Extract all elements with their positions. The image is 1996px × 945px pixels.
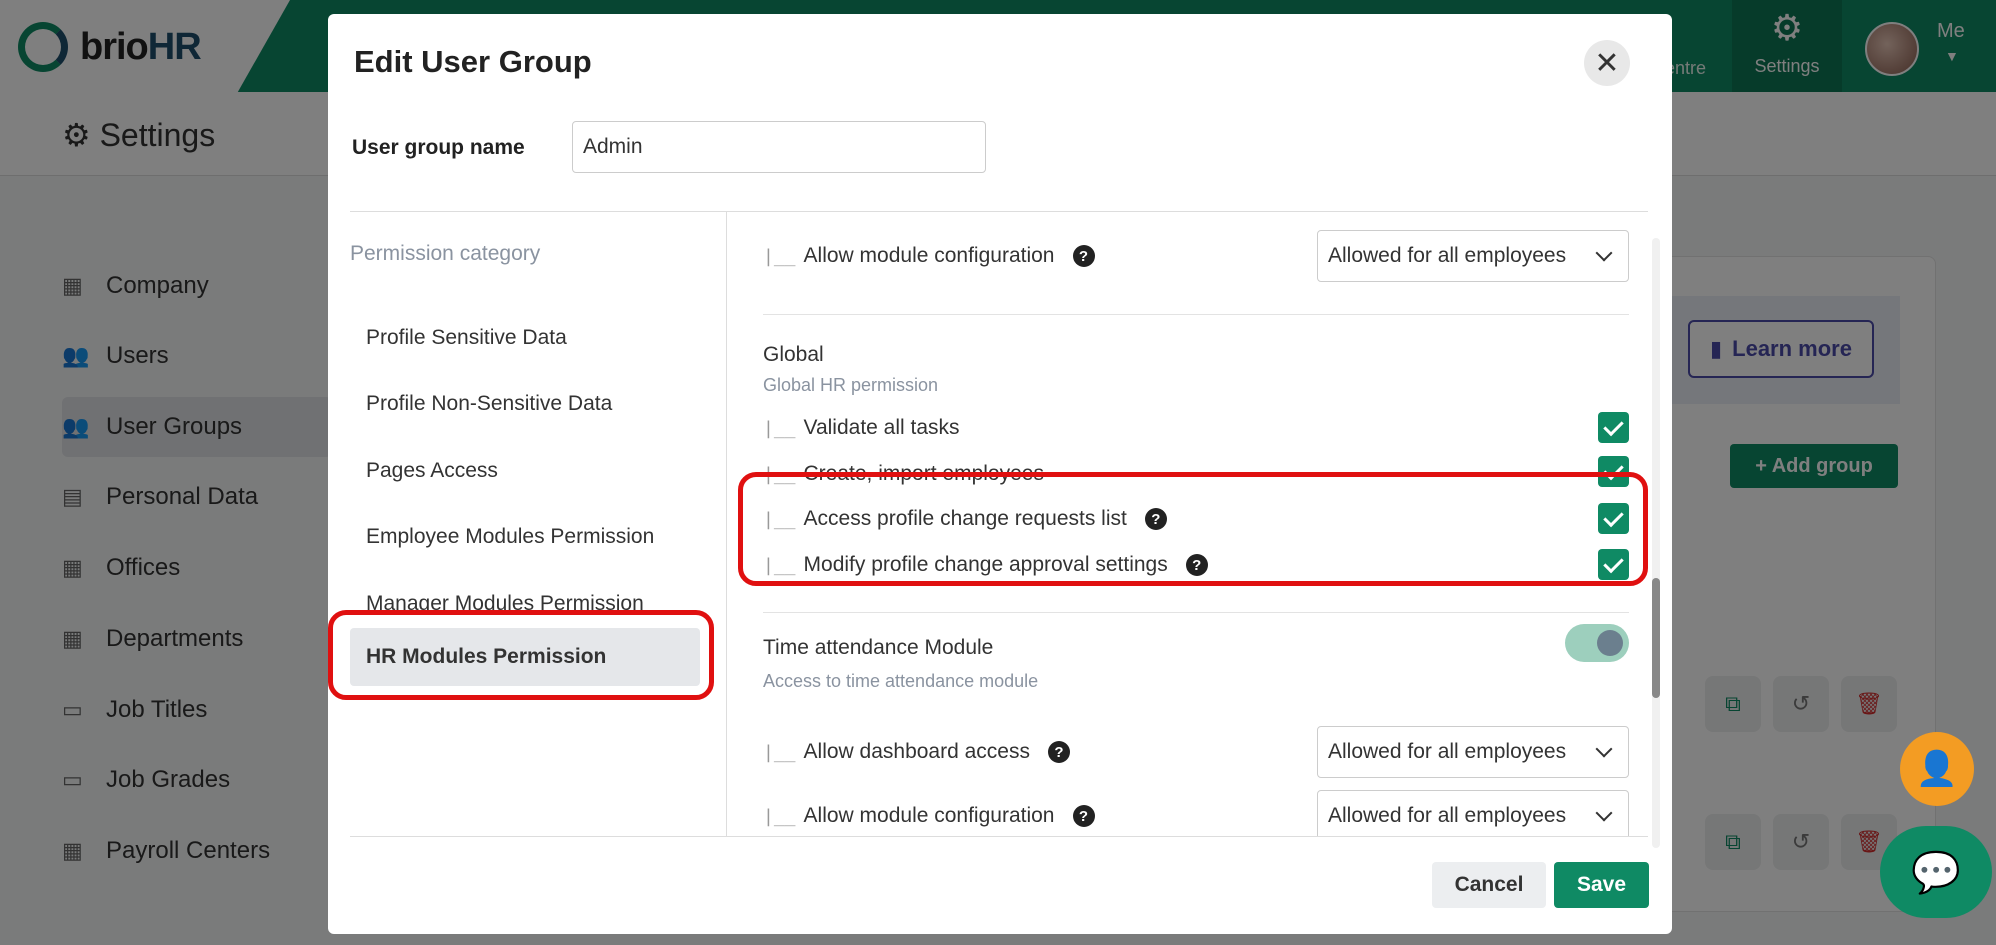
chevron-down-icon: [1595, 740, 1613, 758]
cancel-button[interactable]: Cancel: [1432, 862, 1546, 908]
help-icon[interactable]: ?: [1072, 245, 1095, 267]
user-group-name-label: User group name: [352, 136, 525, 159]
category-employee-modules[interactable]: Employee Modules Permission: [350, 508, 700, 566]
time-attendance-toggle[interactable]: [1565, 624, 1629, 662]
create-import-checkbox[interactable]: [1598, 456, 1629, 487]
perm-row-module-config: |__ Allow module configuration ?: [763, 796, 1095, 836]
user-group-name-input[interactable]: [572, 121, 986, 173]
category-profile-non-sensitive[interactable]: Profile Non-Sensitive Data: [350, 375, 700, 433]
divider: [350, 836, 1648, 837]
validate-tasks-checkbox[interactable]: [1598, 412, 1629, 443]
save-button[interactable]: Save: [1554, 862, 1649, 908]
module-config-select[interactable]: Allowed for all employees: [1317, 790, 1629, 836]
perm-row-dashboard: |__ Allow dashboard access ?: [763, 732, 1070, 772]
help-icon[interactable]: ?: [1144, 508, 1167, 530]
perm-row-top-config: |__ Allow module configuration ?: [763, 236, 1095, 276]
profile-fab-icon[interactable]: 👤: [1900, 732, 1974, 806]
top-config-select[interactable]: Allowed for all employees: [1317, 230, 1629, 282]
perm-row-validate-tasks: |__ Validate all tasks: [763, 416, 960, 439]
help-icon[interactable]: ?: [1072, 805, 1095, 827]
category-pages-access[interactable]: Pages Access: [350, 442, 700, 500]
scrollbar[interactable]: [1652, 238, 1660, 848]
help-icon[interactable]: ?: [1185, 554, 1208, 576]
dialog-title: Edit User Group: [354, 44, 592, 79]
edit-user-group-dialog: Edit User Group ✕ User group name Permis…: [328, 14, 1672, 934]
divider: [763, 314, 1629, 315]
category-profile-sensitive[interactable]: Profile Sensitive Data: [350, 309, 700, 367]
access-requests-checkbox[interactable]: [1598, 503, 1629, 534]
global-section-title: Global: [763, 343, 824, 366]
perm-row-create-import: |__ Create, import employees: [763, 462, 1044, 485]
chevron-down-icon: [1595, 804, 1613, 822]
chevron-down-icon: [1595, 244, 1613, 262]
permission-category-header: Permission category: [350, 242, 541, 265]
perm-row-access-requests: |__ Access profile change requests list ?: [763, 499, 1167, 539]
permissions-pane: |__ Allow module configuration ? Allowed…: [727, 212, 1647, 836]
global-section-subtitle: Global HR permission: [763, 375, 939, 395]
modify-approval-checkbox[interactable]: [1598, 549, 1629, 580]
category-manager-modules[interactable]: Manager Modules Permission: [350, 575, 700, 633]
scrollbar-thumb[interactable]: [1652, 578, 1660, 698]
close-icon[interactable]: ✕: [1584, 40, 1630, 86]
time-attendance-title: Time attendance Module: [763, 636, 994, 659]
toggle-knob: [1597, 630, 1623, 656]
dashboard-access-select[interactable]: Allowed for all employees: [1317, 726, 1629, 778]
time-attendance-subtitle: Access to time attendance module: [763, 671, 1039, 691]
perm-row-modify-approval: |__ Modify profile change approval settin…: [763, 545, 1208, 585]
chat-icon[interactable]: 💬: [1880, 826, 1992, 918]
divider: [763, 612, 1629, 613]
category-hr-modules[interactable]: HR Modules Permission: [350, 628, 700, 686]
help-icon[interactable]: ?: [1047, 741, 1070, 763]
